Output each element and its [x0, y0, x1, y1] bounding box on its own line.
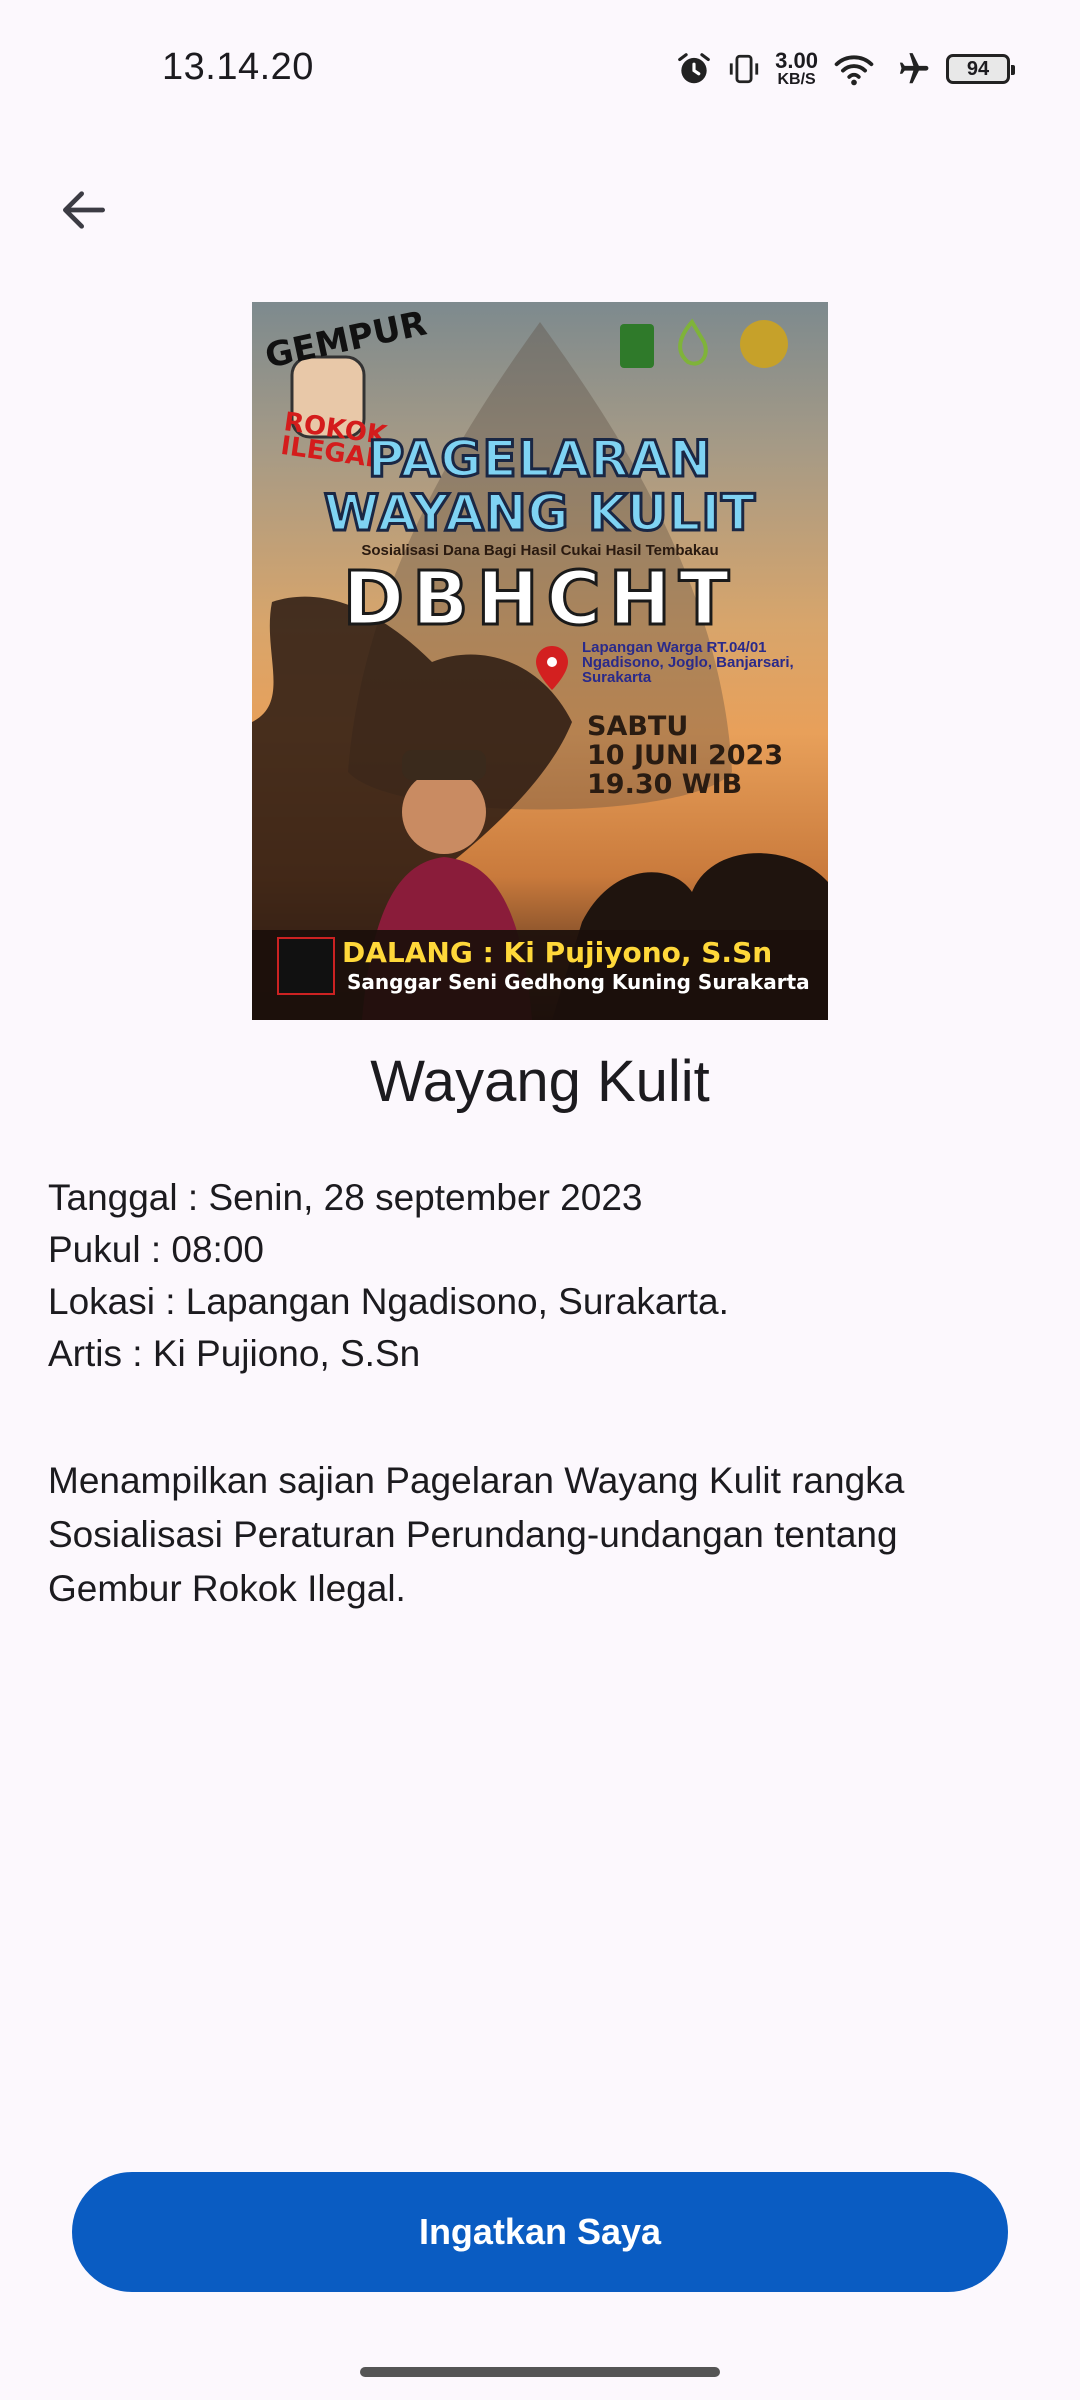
- net-speed-unit: KB/S: [777, 71, 816, 88]
- poster-location-line3: Surakarta: [582, 669, 652, 686]
- back-button[interactable]: [44, 170, 124, 250]
- event-time: Pukul : 08:00: [48, 1229, 264, 1270]
- poster-date: SABTU 10 JUNI 2023 19.30 WIB: [587, 712, 783, 799]
- poster-date-line2: 10 JUNI 2023: [587, 740, 784, 771]
- battery-level: 94: [966, 57, 990, 80]
- gesture-home-bar[interactable]: [360, 2367, 720, 2377]
- status-icons: 3.00 KB/S 94: [675, 44, 1015, 94]
- event-description: Menampilkan sajian Pagelaran Wayang Kuli…: [48, 1460, 905, 1609]
- poster-location-line1: Lapangan Warga RT.04/01: [582, 639, 767, 656]
- event-details: Tanggal : Senin, 28 september 2023 Pukul…: [48, 1172, 729, 1380]
- net-speed-value: 3.00: [775, 48, 818, 73]
- wifi-icon: [834, 55, 874, 86]
- alarm-icon: [678, 53, 711, 84]
- vibrate-icon: [730, 54, 759, 84]
- poster-dalang: DALANG : Ki Pujiyono, S.Sn: [342, 936, 773, 969]
- poster-location-line2: Ngadisono, Joglo, Banjarsari,: [582, 654, 794, 671]
- event-poster: GEMPUR ROKOK ILEGAL PAGELARAN WAYANG KUL…: [252, 302, 828, 1020]
- arrow-left-icon: [62, 191, 105, 229]
- net-speed: 3.00 KB/S: [775, 50, 818, 88]
- airplane-icon: [899, 53, 929, 84]
- poster-dbhcht: DBHCHT: [341, 555, 738, 644]
- poster-title-line2: WAYANG KULIT: [322, 483, 757, 544]
- poster-date-line1: SABTU: [587, 711, 689, 742]
- event-location: Lokasi : Lapangan Ngadisono, Surakarta.: [48, 1281, 729, 1322]
- poster-location: Lapangan Warga RT.04/01 Ngadisono, Joglo…: [582, 640, 822, 685]
- event-date: Tanggal : Senin, 28 september 2023: [48, 1177, 643, 1218]
- status-bar: 13.14.20 3.00 KB/S 94: [0, 0, 1080, 140]
- event-title: Wayang Kulit: [370, 1049, 710, 1114]
- status-time: 13.14.20: [162, 46, 314, 88]
- poster-title-line1: PAGELARAN: [366, 429, 713, 490]
- remind-me-button[interactable]: Ingatkan Saya: [72, 2172, 1008, 2292]
- poster-date-line3: 19.30 WIB: [587, 769, 743, 800]
- event-artist: Artis : Ki Pujiono, S.Sn: [48, 1333, 421, 1374]
- battery-icon: 94: [946, 54, 1015, 84]
- poster-sanggar: Sanggar Seni Gedhong Kuning Surakarta: [347, 970, 810, 994]
